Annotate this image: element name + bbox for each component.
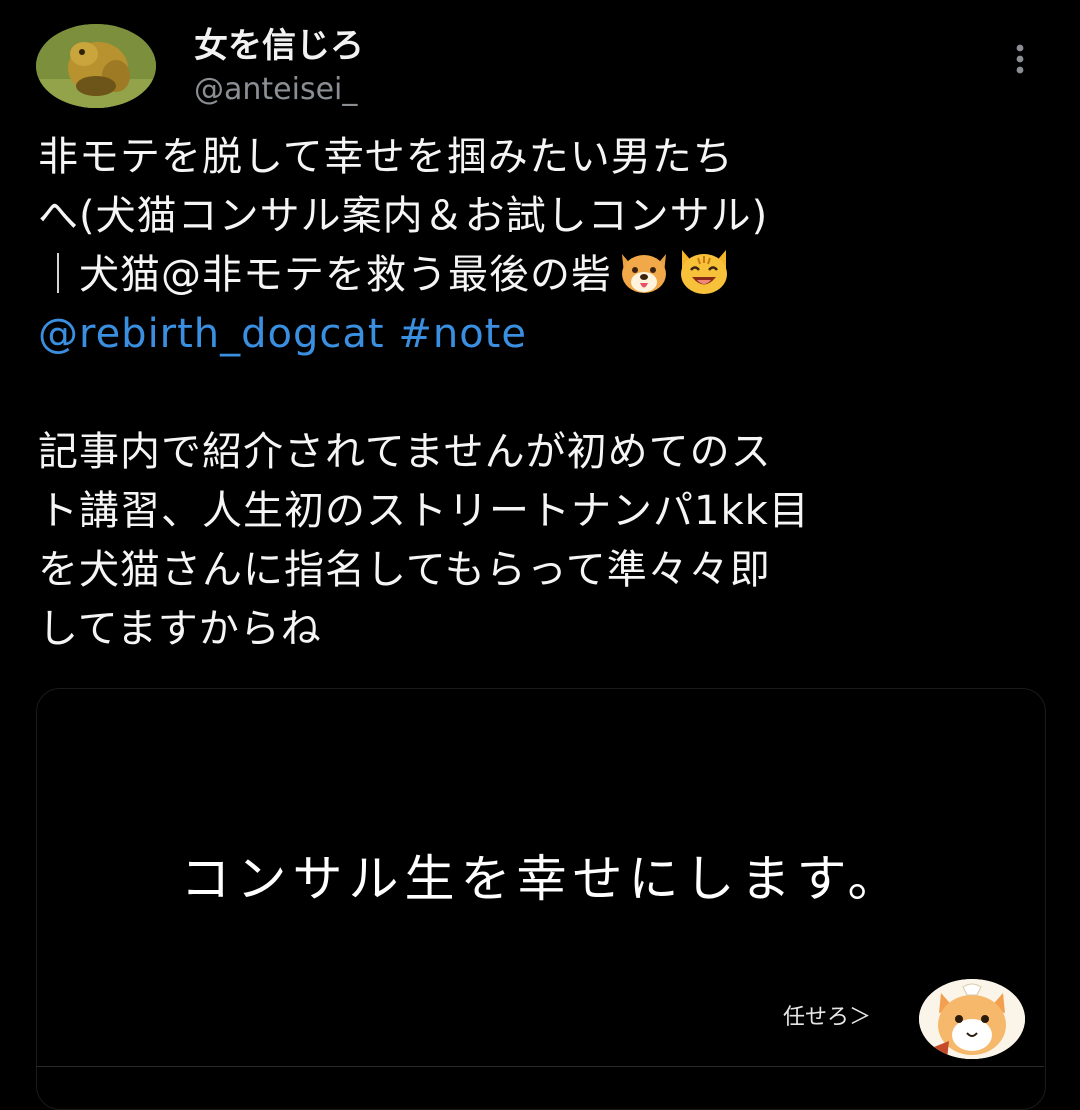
dog-face-emoji (622, 254, 666, 293)
card-cat-illustration (919, 979, 1025, 1059)
divider (36, 1066, 1044, 1067)
cat-face-emoji (681, 250, 727, 294)
cat-illustration (919, 979, 1025, 1059)
hashtag-link[interactable]: #note (398, 311, 527, 357)
card-headline: コンサル生を幸せにします。 (180, 850, 904, 908)
author-handle[interactable]: @anteisei_ (194, 70, 357, 110)
tweet-body-line: 記事内で紹介されてませんが初めてのス (38, 429, 772, 475)
tweet-body-line: してますからね (38, 606, 322, 652)
more-options-button[interactable] (1000, 38, 1040, 82)
link-preview-card[interactable]: コンサル生を幸せにします。 任せろ＞ (36, 688, 1046, 1110)
more-vertical-icon (1016, 44, 1024, 74)
author-avatar[interactable] (36, 24, 156, 108)
author-display-name[interactable]: 女を信じろ (194, 24, 364, 68)
tweet-line-with-emoji: ｜犬猫@非モテを救う最後の砦 (38, 246, 1048, 305)
tweet-body-line: ト講習、人生初のストリートナンパ1kk目 (38, 488, 810, 534)
card-caption: 任せろ＞ (783, 1005, 872, 1030)
tweet-line: へ(犬猫コンサル案内＆お試しコンサル) (38, 193, 769, 239)
mention-link[interactable]: @rebirth_dogcat (38, 311, 385, 357)
tweet-links-line: @rebirth_dogcat #note (38, 305, 1048, 364)
tweet-body-line: を犬猫さんに指名してもらって準々々即 (38, 547, 771, 593)
avatar-image (36, 24, 156, 108)
tweet-line: 非モテを脱して幸せを掴みたい男たち (38, 134, 734, 180)
tweet-line: ｜犬猫@非モテを救う最後の砦 (38, 252, 612, 298)
tweet-text: 非モテを脱して幸せを掴みたい男たち へ(犬猫コンサル案内＆お試しコンサル) ｜犬… (38, 128, 1048, 659)
